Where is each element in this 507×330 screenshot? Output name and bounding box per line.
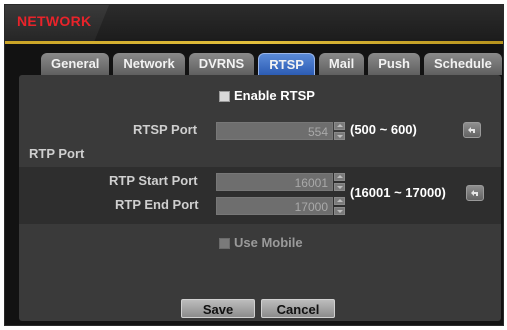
rtp-start-port-label: RTP Start Port xyxy=(109,173,198,188)
decrement-arrow-icon[interactable] xyxy=(334,183,345,191)
tab-mail[interactable]: Mail xyxy=(318,53,365,75)
title-bar: NETWORK xyxy=(5,5,503,41)
tab-dvrns[interactable]: DVRNS xyxy=(188,53,255,75)
tab-schedule[interactable]: Schedule xyxy=(424,53,502,75)
rtp-start-port-stepper[interactable] xyxy=(334,173,345,191)
tab-bar: General Network DVRNS RTSP Mail Push Sch… xyxy=(41,53,502,75)
tab-network[interactable]: Network xyxy=(113,53,185,75)
rtp-port-reset-button[interactable] xyxy=(466,185,484,201)
rtsp-port-range: (500 ~ 600) xyxy=(350,122,417,137)
rtp-end-port-stepper[interactable] xyxy=(334,197,345,215)
increment-arrow-icon[interactable] xyxy=(334,122,345,130)
title-accent-line xyxy=(5,41,503,44)
enable-rtsp-label: Enable RTSP xyxy=(234,88,315,103)
rtsp-port-field[interactable]: 554 xyxy=(216,122,333,140)
use-mobile-label: Use Mobile xyxy=(234,235,303,250)
enable-rtsp-checkbox[interactable] xyxy=(219,91,230,102)
rtp-port-section-label: RTP Port xyxy=(29,146,85,161)
decrement-arrow-icon[interactable] xyxy=(334,207,345,215)
decrement-arrow-icon[interactable] xyxy=(334,132,345,140)
rtp-port-range: (16001 ~ 17000) xyxy=(350,185,446,200)
tab-push[interactable]: Push xyxy=(368,53,420,75)
undo-arrow-icon xyxy=(471,190,478,196)
cancel-button[interactable]: Cancel xyxy=(261,299,335,318)
tab-general[interactable]: General xyxy=(41,53,110,75)
network-window: NETWORK General Network DVRNS RTSP Mail … xyxy=(4,4,504,326)
rtsp-port-label: RTSP Port xyxy=(133,122,198,137)
rtp-end-port-field[interactable]: 17000 xyxy=(216,197,333,215)
increment-arrow-icon[interactable] xyxy=(334,197,345,205)
window-title: NETWORK xyxy=(17,13,92,29)
increment-arrow-icon[interactable] xyxy=(334,173,345,181)
rtp-start-port-field[interactable]: 16001 xyxy=(216,173,333,191)
save-button[interactable]: Save xyxy=(181,299,255,318)
undo-arrow-icon xyxy=(468,127,475,133)
tab-rtsp[interactable]: RTSP xyxy=(258,53,315,75)
rtsp-port-stepper[interactable] xyxy=(334,122,345,140)
rtp-end-port-label: RTP End Port xyxy=(115,197,199,212)
use-mobile-checkbox[interactable] xyxy=(219,238,230,249)
rtsp-port-reset-button[interactable] xyxy=(463,122,481,138)
